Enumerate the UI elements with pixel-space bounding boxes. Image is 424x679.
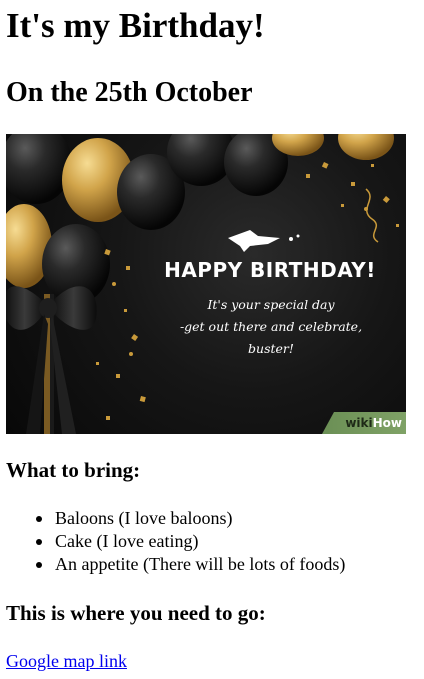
- watermark-suffix: How: [372, 416, 402, 430]
- card-headline: HAPPY BIRTHDAY!: [164, 258, 376, 282]
- balloon-black-1: [6, 134, 72, 204]
- bring-list: Baloons (I love baloons) Cake (I love ea…: [36, 507, 345, 576]
- streamer: [365, 188, 379, 243]
- watermark-prefix: wiki: [345, 416, 373, 430]
- card-artwork: [6, 134, 399, 434]
- location-heading: This is where you need to go:: [6, 601, 266, 625]
- page-title: It's my Birthday!: [6, 6, 265, 45]
- list-item: Baloons (I love baloons): [36, 507, 345, 530]
- card-message-line: -get out there and celebrate,: [179, 319, 363, 334]
- plane-doodle-icon: [228, 230, 300, 252]
- balloon-gold-3: [338, 134, 394, 160]
- card-message-line: buster!: [248, 341, 294, 356]
- page-subtitle: On the 25th October: [6, 77, 253, 108]
- ribbon-bow-icon: [6, 286, 97, 434]
- card-message: It's your special day -get out there and…: [166, 294, 376, 360]
- list-item: Cake (I love eating): [36, 530, 345, 553]
- card-message-line: It's your special day: [207, 297, 335, 312]
- wikihow-watermark: wikiHow: [322, 412, 406, 434]
- bring-heading: What to bring:: [6, 458, 141, 482]
- birthday-card-image: HAPPY BIRTHDAY! It's your special day -g…: [6, 134, 406, 434]
- list-item: An appetite (There will be lots of foods…: [36, 553, 345, 576]
- google-map-link[interactable]: Google map link: [6, 650, 127, 673]
